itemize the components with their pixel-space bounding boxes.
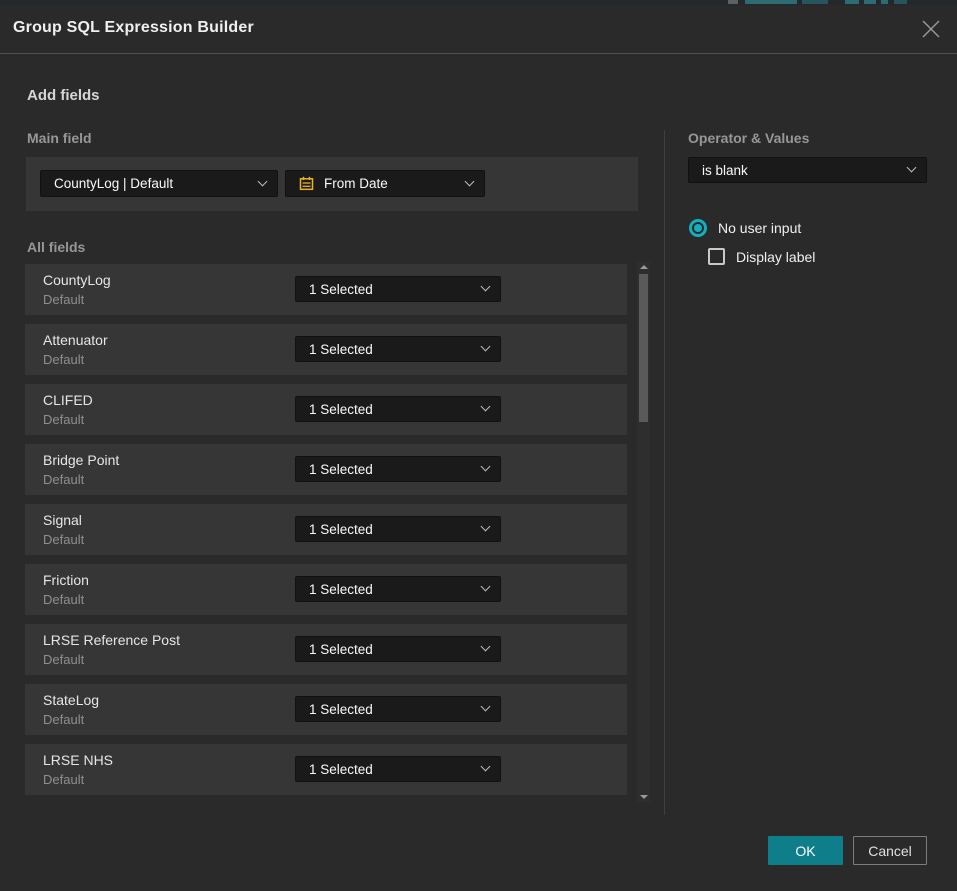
field-subtitle: Default <box>43 472 84 487</box>
field-row: Attenuator Default 1 Selected <box>25 324 627 375</box>
panel-divider <box>664 130 665 815</box>
dialog-header: Group SQL Expression Builder <box>0 5 957 54</box>
scroll-up-button[interactable] <box>637 262 650 272</box>
field-selected-dropdown[interactable]: 1 Selected <box>295 576 501 602</box>
field-name: LRSE NHS <box>43 752 113 768</box>
chevron-down-icon <box>907 163 917 173</box>
app-sliver-fragment <box>894 0 907 4</box>
field-selected-dropdown[interactable]: 1 Selected <box>295 396 501 422</box>
add-fields-heading: Add fields <box>27 87 100 104</box>
field-selected-dropdown[interactable]: 1 Selected <box>295 336 501 362</box>
main-field-panel: CountyLog | Default From Date <box>26 157 638 211</box>
field-selected-dropdown[interactable]: 1 Selected <box>295 276 501 302</box>
operator-values-heading: Operator & Values <box>688 130 809 146</box>
field-selected-dropdown[interactable]: 1 Selected <box>295 696 501 722</box>
close-icon <box>919 17 943 41</box>
field-row: StateLog Default 1 Selected <box>25 684 627 735</box>
field-selected-value: 1 Selected <box>309 582 373 597</box>
field-name: Signal <box>43 512 82 528</box>
field-name: CountyLog <box>43 272 111 288</box>
field-row: CountyLog Default 1 Selected <box>25 264 627 315</box>
field-selected-dropdown[interactable]: 1 Selected <box>295 456 501 482</box>
main-field-field-select-value: From Date <box>324 176 388 191</box>
field-name: CLIFED <box>43 392 93 408</box>
field-selected-value: 1 Selected <box>309 402 373 417</box>
screen: Group SQL Expression Builder Add fields … <box>0 0 957 891</box>
all-fields-label: All fields <box>27 239 85 255</box>
app-sliver-fragment <box>845 0 859 4</box>
field-name: Friction <box>43 572 89 588</box>
triangle-down-icon <box>640 795 648 799</box>
group-sql-expression-builder-dialog: Group SQL Expression Builder Add fields … <box>0 5 957 891</box>
field-subtitle: Default <box>43 652 84 667</box>
field-selected-value: 1 Selected <box>309 762 373 777</box>
chevron-down-icon <box>481 762 491 772</box>
chevron-down-icon <box>481 282 491 292</box>
field-subtitle: Default <box>43 712 84 727</box>
field-selected-value: 1 Selected <box>309 642 373 657</box>
field-row: Friction Default 1 Selected <box>25 564 627 615</box>
operator-select[interactable]: is blank <box>688 157 927 183</box>
app-sliver-fragment <box>802 0 828 4</box>
field-row: LRSE NHS Default 1 Selected <box>25 744 627 795</box>
field-row: CLIFED Default 1 Selected <box>25 384 627 435</box>
chevron-down-icon <box>481 522 491 532</box>
field-subtitle: Default <box>43 352 84 367</box>
field-subtitle: Default <box>43 412 84 427</box>
chevron-down-icon <box>465 176 475 186</box>
checkbox-unchecked-icon <box>708 248 725 265</box>
app-sliver-fragment <box>881 0 888 4</box>
chevron-down-icon <box>481 582 491 592</box>
field-selected-value: 1 Selected <box>309 282 373 297</box>
field-row: Bridge Point Default 1 Selected <box>25 444 627 495</box>
field-selected-value: 1 Selected <box>309 522 373 537</box>
display-label-text: Display label <box>736 249 815 265</box>
chevron-down-icon <box>258 176 268 186</box>
field-name: StateLog <box>43 692 99 708</box>
cancel-button[interactable]: Cancel <box>853 836 927 865</box>
field-name: LRSE Reference Post <box>43 632 180 648</box>
field-name: Bridge Point <box>43 452 119 468</box>
chevron-down-icon <box>481 402 491 412</box>
dialog-title: Group SQL Expression Builder <box>13 19 254 37</box>
chevron-down-icon <box>481 642 491 652</box>
no-user-input-label: No user input <box>718 220 801 236</box>
calendar-icon <box>299 176 314 191</box>
field-subtitle: Default <box>43 292 84 307</box>
field-name: Attenuator <box>43 332 108 348</box>
all-fields-list: CountyLog Default 1 Selected Attenuator … <box>25 264 627 804</box>
field-row: Signal Default 1 Selected <box>25 504 627 555</box>
scroll-down-button[interactable] <box>637 792 650 802</box>
field-subtitle: Default <box>43 592 84 607</box>
field-row: LRSE Reference Post Default 1 Selected <box>25 624 627 675</box>
field-selected-value: 1 Selected <box>309 702 373 717</box>
field-selected-dropdown[interactable]: 1 Selected <box>295 636 501 662</box>
app-sliver-fragment <box>728 0 738 4</box>
field-selected-dropdown[interactable]: 1 Selected <box>295 516 501 542</box>
app-sliver-fragment <box>745 0 797 4</box>
ok-button[interactable]: OK <box>768 836 843 865</box>
triangle-up-icon <box>640 265 648 269</box>
field-selected-value: 1 Selected <box>309 462 373 477</box>
fields-scrollbar[interactable] <box>637 262 650 802</box>
chevron-down-icon <box>481 702 491 712</box>
chevron-down-icon <box>481 342 491 352</box>
close-button[interactable] <box>919 17 943 41</box>
field-subtitle: Default <box>43 772 84 787</box>
field-selected-value: 1 Selected <box>309 342 373 357</box>
main-field-field-select[interactable]: From Date <box>285 170 485 197</box>
radio-dot <box>694 224 702 232</box>
chevron-down-icon <box>481 462 491 472</box>
radio-selected-icon <box>689 219 707 237</box>
app-sliver-fragment <box>864 0 876 4</box>
no-user-input-radio[interactable]: No user input <box>689 219 801 237</box>
field-selected-dropdown[interactable]: 1 Selected <box>295 756 501 782</box>
display-label-checkbox[interactable]: Display label <box>708 248 815 265</box>
main-field-label: Main field <box>27 130 92 146</box>
main-field-layer-select[interactable]: CountyLog | Default <box>40 170 278 197</box>
scrollbar-thumb[interactable] <box>639 274 648 422</box>
field-subtitle: Default <box>43 532 84 547</box>
main-field-layer-select-value: CountyLog | Default <box>54 176 173 191</box>
operator-select-value: is blank <box>702 163 748 178</box>
